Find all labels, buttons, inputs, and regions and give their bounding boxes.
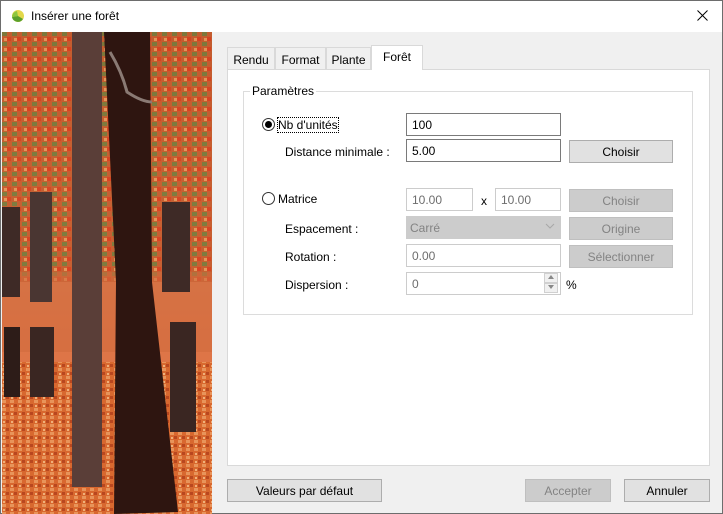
tab-format[interactable]: Format [275, 47, 326, 70]
title-bar: Insérer une forêt [1, 1, 722, 32]
matrix-x-input[interactable]: 10.00 [406, 188, 473, 211]
spin-down-button[interactable] [544, 283, 558, 293]
chevron-down-icon [545, 221, 555, 232]
spacing-label: Espacement : [285, 222, 359, 236]
spacing-origin-button[interactable]: Origine [569, 217, 673, 240]
tab-rendu[interactable]: Rendu [227, 47, 275, 70]
matrix-radio[interactable] [262, 192, 275, 205]
tab-plante[interactable]: Plante [326, 47, 371, 70]
nb-units-label[interactable]: Nb d'unités [277, 117, 339, 133]
matrix-separator: x [481, 194, 487, 208]
dispersion-unit: % [566, 278, 577, 292]
matrix-label[interactable]: Matrice [278, 192, 317, 206]
matrix-choose-button[interactable]: Choisir [569, 189, 673, 212]
min-distance-input[interactable]: 5.00 [406, 139, 561, 162]
spacing-select[interactable]: Carré [406, 216, 561, 239]
rotation-input[interactable]: 0.00 [406, 244, 561, 267]
arrow-up-icon [548, 275, 554, 281]
parameters-group-title: Paramètres [250, 84, 317, 98]
spin-up-button[interactable] [544, 273, 558, 283]
arrow-down-icon [548, 285, 554, 291]
rotation-label: Rotation : [285, 250, 337, 264]
nb-units-radio[interactable] [262, 118, 275, 131]
rotation-select-button[interactable]: Sélectionner [569, 245, 673, 268]
matrix-y-input[interactable]: 10.00 [495, 188, 561, 211]
parameters-groupbox: Paramètres Nb d'unités 100 Distance mini… [243, 84, 693, 315]
dispersion-label: Dispersion : [285, 278, 349, 292]
close-button[interactable] [682, 1, 722, 32]
spacing-select-value: Carré [410, 221, 441, 235]
close-icon [696, 9, 708, 24]
tab-foret[interactable]: Forêt [371, 45, 423, 70]
default-values-button[interactable]: Valeurs par défaut [227, 479, 382, 502]
window-title: Insérer une forêt [31, 9, 120, 23]
forest-preview-image [2, 32, 212, 514]
cancel-button[interactable]: Annuler [624, 479, 710, 502]
dispersion-spinner [544, 273, 558, 294]
dispersion-input[interactable]: 0 [406, 272, 561, 295]
nb-units-input[interactable]: 100 [406, 113, 561, 136]
dialog-window: Insérer une forêt Rendu Format Plante Fo… [0, 0, 723, 514]
forest-app-icon [10, 9, 25, 24]
dispersion-value: 0 [412, 277, 419, 291]
accept-button[interactable]: Accepter [525, 479, 611, 502]
min-distance-label: Distance minimale : [285, 145, 390, 159]
min-distance-choose-button[interactable]: Choisir [569, 140, 673, 163]
foret-tab-page: Paramètres Nb d'unités 100 Distance mini… [227, 69, 710, 466]
